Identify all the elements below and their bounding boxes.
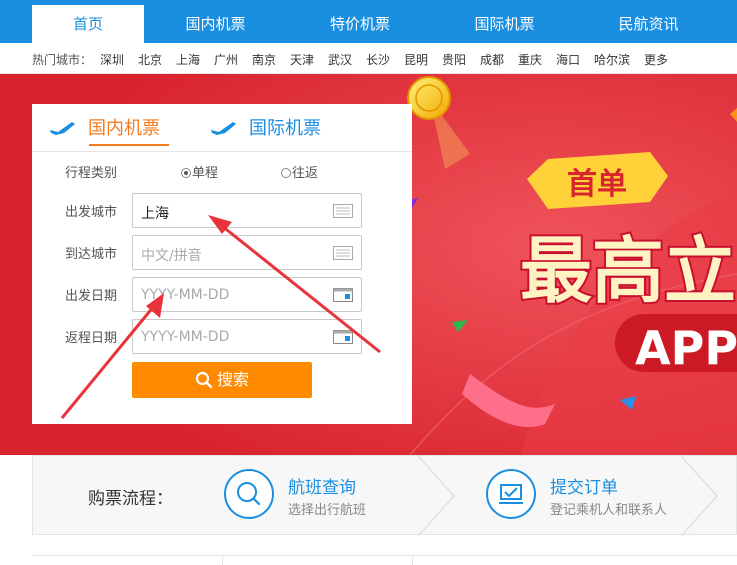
hot-city-link[interactable]: 北京: [138, 51, 162, 68]
nav-item-international-flights[interactable]: 国际机票: [452, 5, 557, 43]
radio-selected-icon: [181, 168, 191, 178]
coin-icon: [407, 76, 451, 120]
hot-city-link[interactable]: 贵阳: [442, 51, 466, 68]
depart-city-input[interactable]: 上海: [132, 193, 362, 228]
arrive-city-input[interactable]: 中文/拼音: [132, 235, 362, 270]
plane-icon: [211, 122, 236, 135]
hot-city-link[interactable]: 深圳: [100, 51, 124, 68]
top-navigation: 首页 国内机票 特价机票 国际机票 民航资讯: [0, 0, 737, 43]
search-tabs: 国内机票 国际机票: [32, 104, 412, 152]
one-way-label: 单程: [192, 166, 219, 181]
lower-section-border: [32, 555, 737, 565]
hot-city-link[interactable]: 哈尔滨: [594, 51, 630, 68]
submit-order-step-icon: [486, 469, 536, 519]
return-date-placeholder: YYYY-MM-DD: [141, 329, 230, 345]
arrive-city-label: 到达城市: [65, 247, 118, 262]
hot-city-link[interactable]: 天津: [290, 51, 314, 68]
banner-badge-text: 首单: [567, 167, 627, 202]
tab-international-label: 国际机票: [249, 118, 321, 139]
depart-date-input[interactable]: YYYY-MM-DD: [132, 277, 362, 312]
first-order-badge: 首单: [527, 152, 668, 209]
city-list-icon[interactable]: [333, 204, 353, 218]
search-icon: [237, 482, 261, 506]
tab-domestic-label: 国内机票: [88, 118, 160, 139]
step-chevron-icon: [681, 456, 719, 536]
hot-city-link[interactable]: 海口: [556, 51, 580, 68]
round-trip-radio[interactable]: 往返: [281, 162, 318, 181]
hot-city-link[interactable]: 昆明: [404, 51, 428, 68]
hot-city-link[interactable]: 南京: [252, 51, 276, 68]
return-date-label: 返程日期: [65, 331, 118, 346]
depart-city-value: 上海: [141, 206, 169, 222]
hot-city-link[interactable]: 成都: [480, 51, 504, 68]
step-chevron-icon: [418, 456, 456, 536]
calendar-icon[interactable]: [333, 288, 353, 302]
plane-icon: [50, 122, 75, 135]
active-tab-underline: [89, 144, 169, 146]
round-trip-label: 往返: [292, 166, 319, 181]
calendar-icon[interactable]: [333, 330, 353, 344]
flight-query-step-icon: [224, 469, 274, 519]
search-button[interactable]: 搜索: [132, 362, 312, 398]
nav-item-home[interactable]: 首页: [32, 5, 144, 43]
flight-query-step-title: 航班查询: [288, 478, 356, 498]
banner-headline: 最高立: [520, 229, 736, 313]
hot-city-link[interactable]: 武汉: [328, 51, 352, 68]
depart-date-label: 出发日期: [65, 289, 118, 304]
flight-search-panel: 国内机票 国际机票 行程类别 单程 往返 出发城市 上海 到达城市 中文/拼音 …: [32, 104, 412, 424]
return-date-input[interactable]: YYYY-MM-DD: [132, 319, 362, 354]
hot-cities-label: 热门城市：: [32, 53, 93, 67]
nav-item-special-flights[interactable]: 特价机票: [305, 5, 415, 43]
order-icon: [499, 484, 523, 504]
hot-city-link[interactable]: 广州: [214, 51, 238, 68]
flight-query-step-subtitle: 选择出行航班: [288, 503, 367, 518]
hot-city-link[interactable]: 长沙: [366, 51, 390, 68]
arrive-city-placeholder: 中文/拼音: [141, 248, 202, 264]
banner-app-text: APP: [635, 321, 737, 375]
submit-order-step-title: 提交订单: [550, 478, 618, 498]
nav-item-domestic-flights[interactable]: 国内机票: [163, 5, 268, 43]
booking-process: 购票流程： 航班查询 选择出行航班 提交订单 登记乘机人和联系人: [32, 455, 737, 536]
hot-city-link[interactable]: 重庆: [518, 51, 542, 68]
process-title: 购票流程：: [88, 489, 173, 509]
city-list-icon[interactable]: [333, 246, 353, 260]
hot-city-more-link[interactable]: 更多: [644, 51, 668, 68]
radio-unselected-icon: [281, 168, 291, 178]
tab-domestic-flights[interactable]: 国内机票: [48, 116, 160, 142]
search-icon: [195, 371, 213, 389]
depart-date-placeholder: YYYY-MM-DD: [141, 287, 230, 303]
trip-type-label: 行程类别: [65, 166, 118, 181]
hot-city-link[interactable]: 上海: [176, 51, 200, 68]
nav-item-aviation-news[interactable]: 民航资讯: [596, 5, 701, 43]
hot-cities-bar: 热门城市： 深圳 北京 上海 广州 南京 天津 武汉 长沙 昆明 贵阳 成都 重…: [0, 43, 737, 74]
one-way-radio[interactable]: 单程: [181, 162, 218, 181]
depart-city-label: 出发城市: [65, 205, 118, 220]
tab-international-flights[interactable]: 国际机票: [209, 116, 321, 142]
submit-order-step-subtitle: 登记乘机人和联系人: [550, 503, 668, 518]
search-button-label: 搜索: [216, 370, 249, 389]
